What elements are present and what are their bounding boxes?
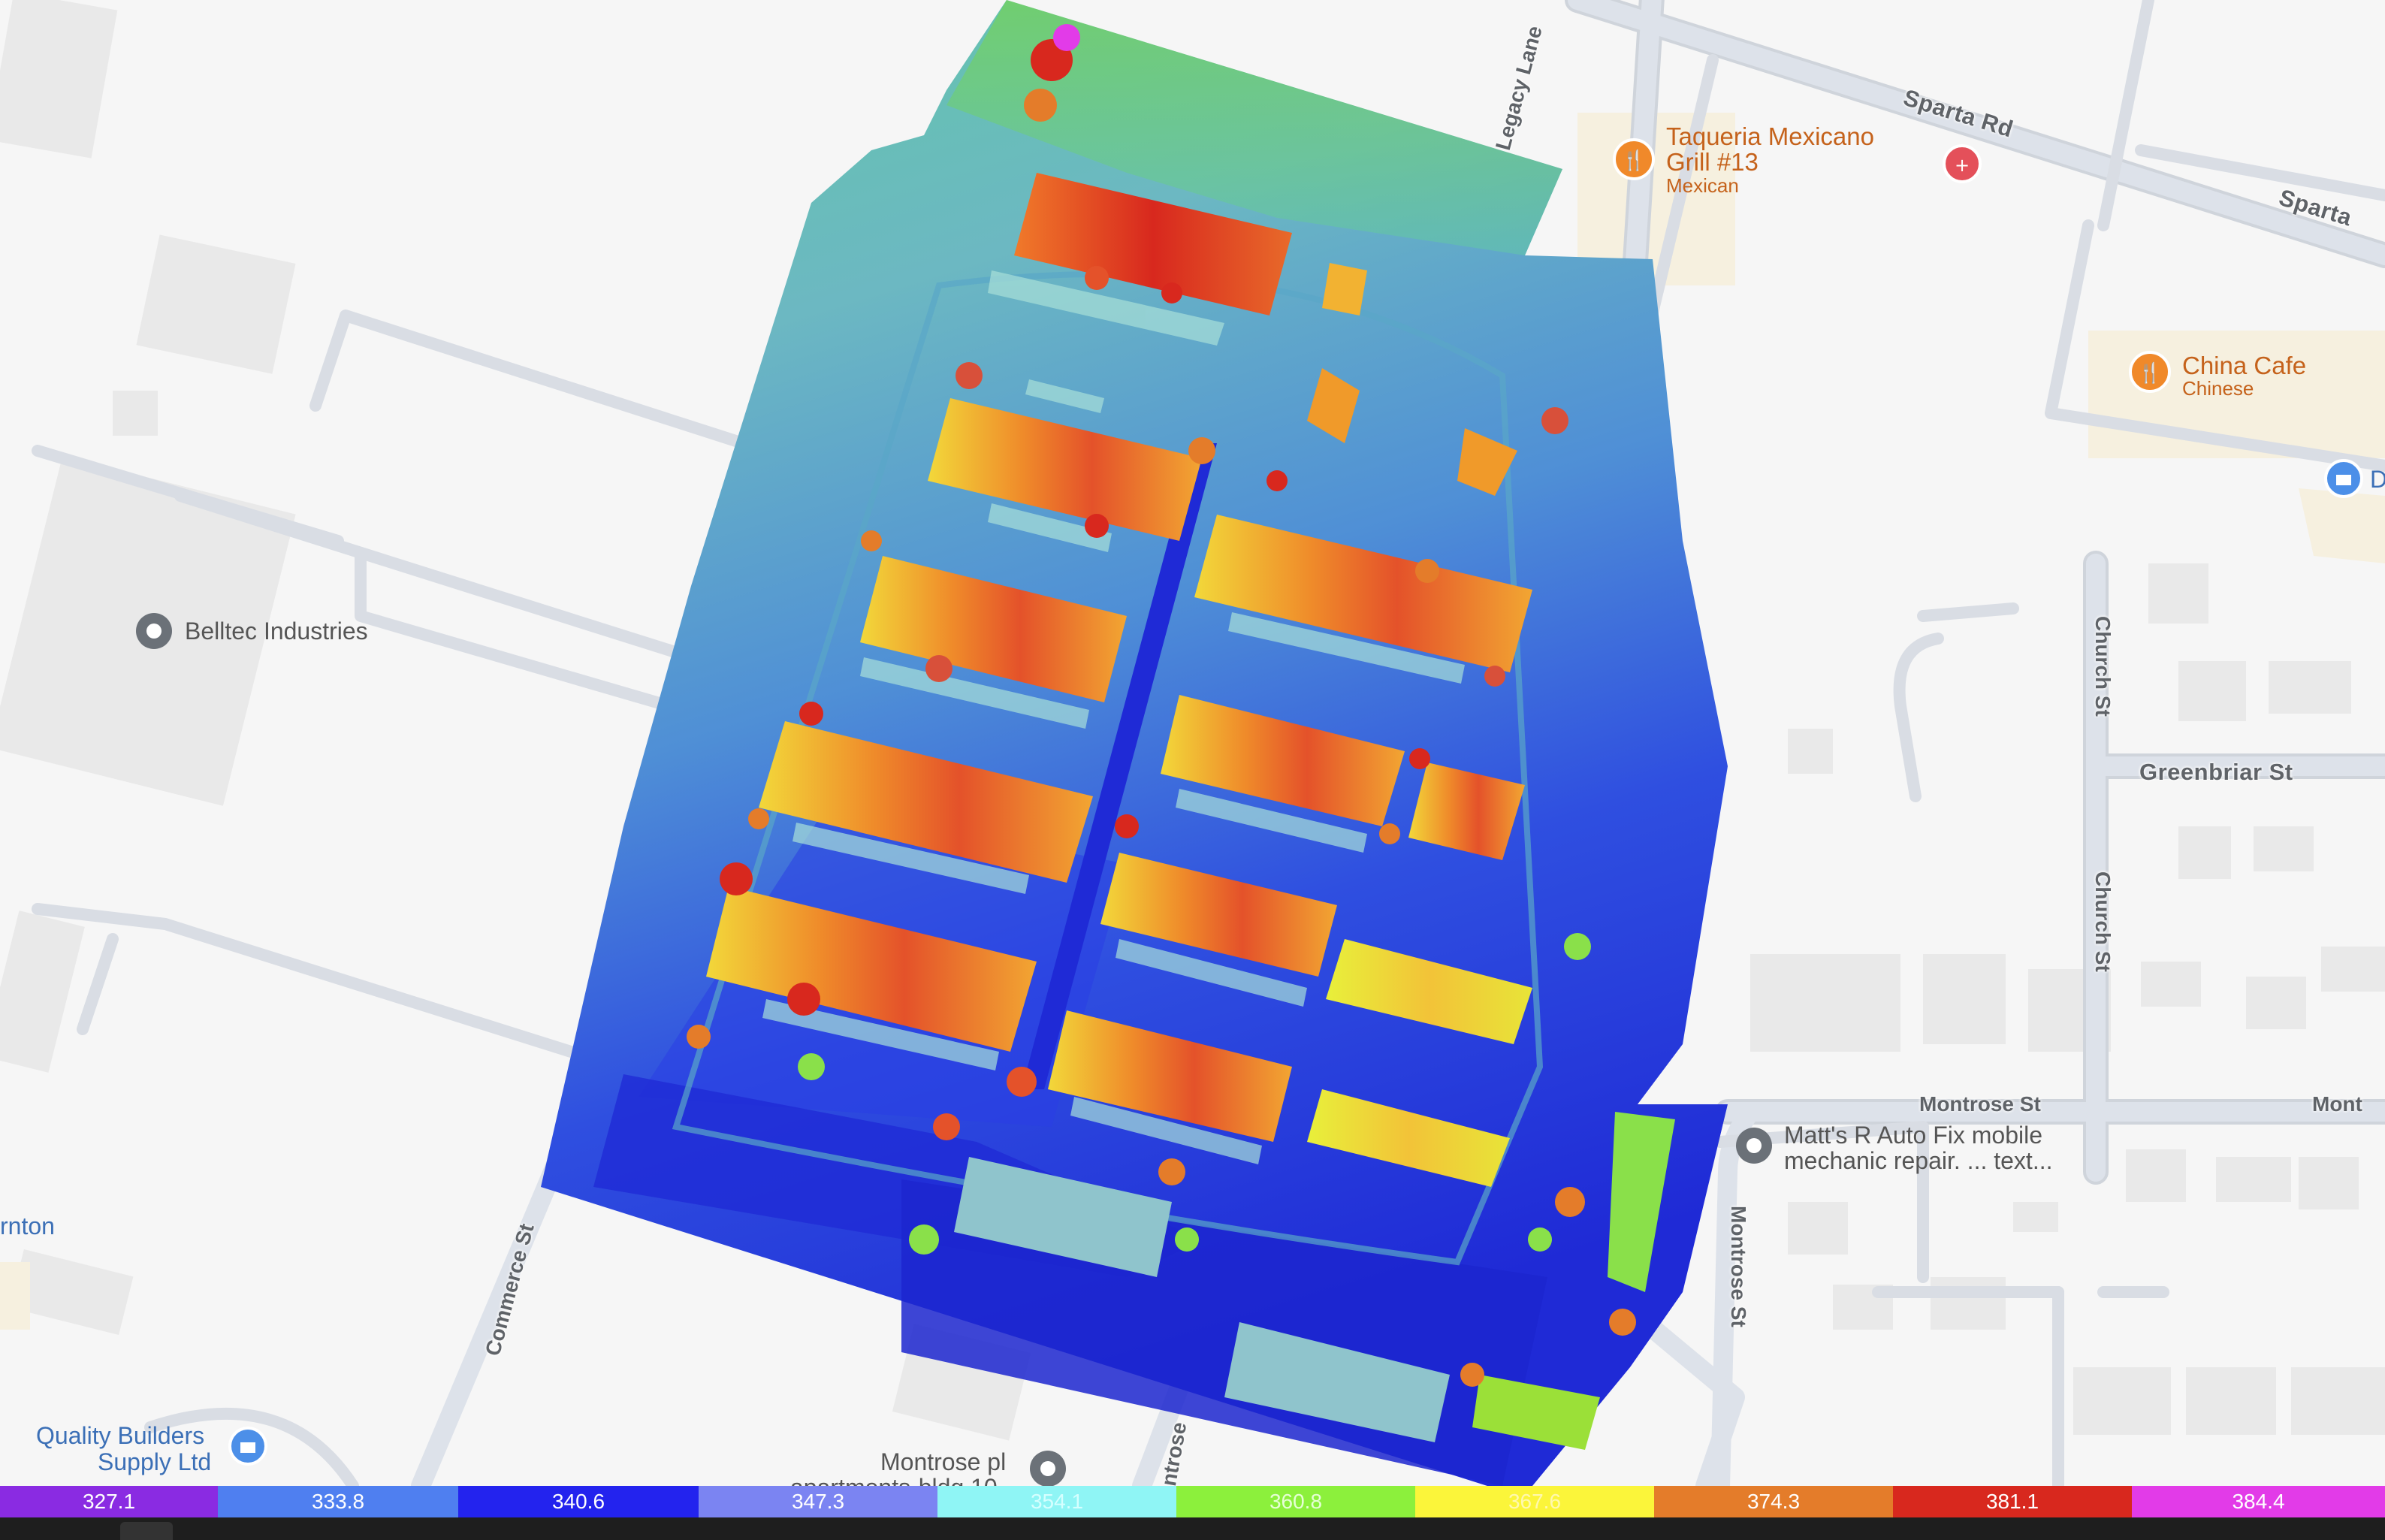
street-montrose-st-h: Montrose St (1919, 1092, 2041, 1116)
svg-text:🍴: 🍴 (1622, 149, 1646, 172)
bottom-toolbar (0, 1517, 2385, 1540)
montrose-pl-pin[interactable] (1030, 1451, 1066, 1486)
toolbar-tab[interactable] (120, 1522, 173, 1540)
legend-swatch: 340.6 (458, 1486, 699, 1517)
svg-text:+: + (1955, 155, 1970, 176)
poi-matts-line2[interactable]: mechanic repair. ... text... (1784, 1147, 2052, 1175)
quality-pin[interactable] (228, 1427, 267, 1466)
legend-swatch: 333.8 (218, 1486, 458, 1517)
poi-taqueria-line1[interactable]: Taqueria Mexicano (1666, 122, 1874, 151)
legend-swatch: 374.3 (1654, 1486, 1893, 1517)
legend-swatch: 384.4 (2132, 1486, 2385, 1517)
poi-montrose-pl-line2[interactable]: apartments-bldg 10 (790, 1474, 998, 1486)
street-greenbriar-st: Greenbriar St (2139, 759, 2293, 785)
legend-swatch: 360.8 (1176, 1486, 1415, 1517)
street-church-st-lower: Church St (2091, 871, 2115, 972)
china-cafe-pin[interactable]: 🍴 (2129, 351, 2171, 393)
legend-swatch: 354.1 (937, 1486, 1176, 1517)
poi-quality-line2[interactable]: Supply Ltd (98, 1448, 211, 1476)
shop-pin-right[interactable] (2324, 459, 2363, 498)
poi-right-edge[interactable]: D (2370, 466, 2385, 494)
belltec-pin[interactable] (136, 613, 172, 649)
street-church-st-upper: Church St (2091, 616, 2115, 717)
legend-swatch: 367.6 (1415, 1486, 1654, 1517)
poi-china-cafe-category: Chinese (2182, 377, 2254, 400)
poi-china-cafe[interactable]: China Cafe (2182, 352, 2306, 380)
street-montrose-st-v: Montrose St (1727, 1206, 1750, 1327)
legend-swatch: 327.1 (0, 1486, 218, 1517)
taqueria-pin[interactable]: 🍴 (1613, 138, 1655, 180)
legend-swatch: 381.1 (1893, 1486, 2132, 1517)
elevation-overlay[interactable] (541, 0, 1728, 1486)
poi-taqueria-line2[interactable]: Grill #13 (1666, 148, 1759, 177)
elevation-legend: 327.1 333.8 340.6 347.3 354.1 360.8 367.6 374.3… (0, 1486, 2385, 1517)
poi-belltec-industries[interactable]: Belltec Industries (185, 618, 368, 645)
poi-left-edge[interactable]: rnton (0, 1212, 55, 1240)
street-montrose-st-h-edge: Mont (2312, 1092, 2362, 1116)
svg-text:🍴: 🍴 (2138, 361, 2162, 385)
matts-pin[interactable] (1736, 1128, 1772, 1164)
poi-quality-line1[interactable]: Quality Builders (36, 1422, 204, 1450)
legend-swatch: 347.3 (699, 1486, 937, 1517)
poi-taqueria-category: Mexican (1666, 174, 1739, 197)
poi-matts-line1[interactable]: Matt's R Auto Fix mobile (1784, 1122, 2042, 1149)
map-canvas[interactable]: 🍴 + 🍴 (0, 0, 2385, 1486)
hospital-pin[interactable]: + (1943, 144, 1982, 183)
poi-montrose-pl-line1[interactable]: Montrose pl (880, 1448, 1006, 1476)
